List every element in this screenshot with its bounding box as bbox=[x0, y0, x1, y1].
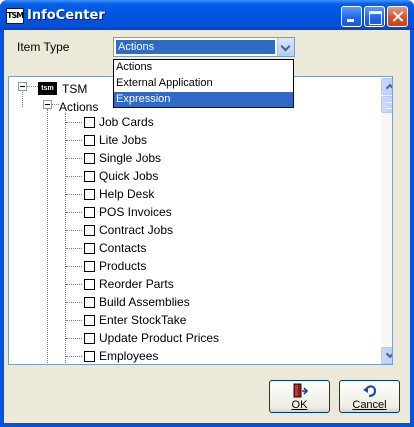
tree-item-label: Update Product Prices bbox=[99, 331, 220, 345]
title-bar[interactable]: TSM InfoCenter bbox=[0, 0, 414, 30]
close-button[interactable] bbox=[387, 6, 408, 27]
item-checkbox[interactable] bbox=[84, 333, 95, 344]
tree-connector bbox=[52, 104, 59, 105]
tree-connector bbox=[66, 212, 82, 213]
ok-button[interactable]: OK bbox=[269, 380, 330, 413]
tree-connector bbox=[66, 302, 82, 303]
tree-connector bbox=[66, 356, 82, 357]
tree-connector bbox=[66, 194, 82, 195]
item-checkbox[interactable] bbox=[84, 351, 95, 362]
item-checkbox[interactable] bbox=[84, 207, 95, 218]
tree-vertical-scrollbar[interactable] bbox=[381, 78, 392, 364]
item-checkbox[interactable] bbox=[84, 135, 95, 146]
tree-item-label: Quick Jobs bbox=[99, 169, 159, 183]
tree-connector bbox=[66, 248, 82, 249]
tree-connector bbox=[66, 158, 82, 159]
scroll-up-icon[interactable] bbox=[381, 78, 392, 95]
tree-connector bbox=[66, 230, 82, 231]
tsm-root-icon: tsm bbox=[38, 82, 57, 95]
tree-connector bbox=[65, 113, 66, 363]
tree-connector bbox=[47, 109, 48, 363]
item-checkbox[interactable] bbox=[84, 117, 95, 128]
tree-item-label: Products bbox=[99, 259, 147, 273]
dropdown-option-external-application[interactable]: External Application bbox=[114, 76, 293, 91]
item-checkbox[interactable] bbox=[84, 171, 95, 182]
tree-item-label: Help Desk bbox=[99, 187, 155, 201]
tree-item-label: Employees bbox=[99, 349, 159, 363]
maximize-button[interactable] bbox=[364, 6, 385, 27]
tree-group-actions[interactable]: Actions bbox=[59, 100, 98, 114]
item-type-dropdown-list[interactable]: Actions External Application Expression bbox=[113, 59, 294, 108]
tree-connector bbox=[66, 284, 82, 285]
dropdown-option-expression[interactable]: Expression bbox=[114, 92, 293, 107]
app-icon: TSM bbox=[6, 8, 24, 24]
item-checkbox[interactable] bbox=[84, 189, 95, 200]
tree-item-label: Contract Jobs bbox=[99, 223, 174, 237]
exit-door-icon bbox=[293, 383, 308, 398]
tree-connector bbox=[66, 122, 82, 123]
undo-arrow-icon bbox=[363, 385, 377, 398]
tree-root-label[interactable]: TSM bbox=[62, 82, 87, 96]
item-checkbox[interactable] bbox=[84, 243, 95, 254]
item-checkbox[interactable] bbox=[84, 153, 95, 164]
tree-item-label: POS Invoices bbox=[99, 205, 172, 219]
item-checkbox[interactable] bbox=[84, 279, 95, 290]
scrollbar-thumb[interactable] bbox=[381, 96, 392, 113]
tree-item-label: Job Cards bbox=[99, 115, 154, 129]
window-title: InfoCenter bbox=[27, 8, 105, 23]
item-checkbox[interactable] bbox=[84, 315, 95, 326]
infocenter-window: TSM InfoCenter Item Type Actions tsm TSM… bbox=[0, 0, 414, 427]
tree-connector bbox=[27, 86, 38, 87]
collapse-actions-icon[interactable] bbox=[43, 100, 52, 109]
tree-connector bbox=[66, 140, 82, 141]
ok-button-label: OK bbox=[291, 399, 308, 411]
item-type-combobox[interactable]: Actions bbox=[113, 37, 295, 57]
tree-item-label: Lite Jobs bbox=[99, 133, 148, 147]
tree-connector bbox=[22, 90, 23, 107]
tree-connector bbox=[66, 176, 82, 177]
tree-item-label: Single Jobs bbox=[99, 151, 162, 165]
item-type-label: Item Type bbox=[17, 40, 70, 54]
item-type-selected-value: Actions bbox=[116, 40, 275, 54]
tree-item-label: Enter StockTake bbox=[99, 313, 187, 327]
cancel-button-label: Cancel bbox=[352, 399, 387, 411]
tree-item-label: Contacts bbox=[99, 241, 147, 255]
tree-item-label: Reorder Parts bbox=[99, 277, 174, 291]
item-checkbox[interactable] bbox=[84, 261, 95, 272]
dropdown-option-actions[interactable]: Actions bbox=[114, 60, 293, 75]
chevron-down-icon[interactable] bbox=[277, 38, 294, 56]
tree-connector bbox=[66, 266, 82, 267]
tree-connector bbox=[66, 338, 82, 339]
item-checkbox[interactable] bbox=[84, 297, 95, 308]
minimize-button[interactable] bbox=[341, 6, 362, 27]
scroll-down-icon[interactable] bbox=[381, 347, 392, 364]
cancel-button[interactable]: Cancel bbox=[339, 380, 400, 413]
tree-connector bbox=[66, 320, 82, 321]
actions-tree[interactable]: tsm TSM Actions Job Cards Lite Jobs Sing… bbox=[8, 76, 393, 365]
tree-item-label: Build Assemblies bbox=[99, 295, 190, 309]
item-checkbox[interactable] bbox=[84, 225, 95, 236]
collapse-root-icon[interactable] bbox=[18, 82, 27, 91]
